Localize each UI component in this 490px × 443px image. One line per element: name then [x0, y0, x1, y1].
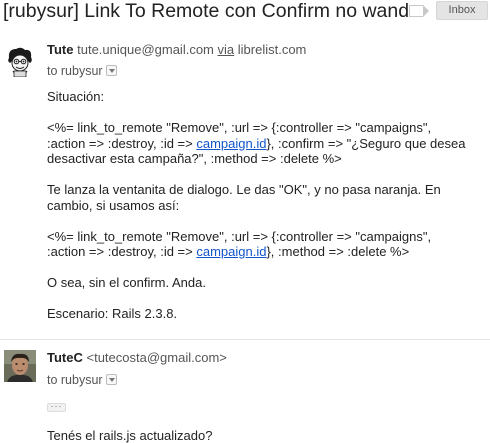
sender-name[interactable]: Tute [47, 42, 73, 57]
cartoon-avatar-icon[interactable] [4, 45, 36, 78]
show-trimmed-content-button[interactable]: ··· [47, 402, 66, 412]
sender-email: <tutecosta@gmail.com> [86, 350, 227, 365]
via-domain: librelist.com [237, 42, 307, 57]
code-text: :action => :destroy, :id => [47, 244, 197, 259]
recipient-dropdown-icon[interactable] [105, 65, 117, 76]
code-text: }, :method => :delete %> [266, 244, 410, 259]
subject-bar: [rubysur] Link To Remote con Confirm no … [0, 0, 490, 30]
code-line: :action => :destroy, :id => campaign.id}… [47, 244, 465, 260]
code-line: <%= link_to_remote "Remove", :url => {:c… [47, 120, 432, 135]
body-line: O sea, sin el confirm. Anda. [47, 275, 206, 290]
sender-name[interactable]: TuteC [47, 350, 83, 365]
recipient-line: to rubysur [47, 64, 117, 78]
code-line: desactivar esta campaña?", :method => :d… [47, 151, 342, 166]
code-line: :action => :destroy, :id => campaign.id}… [47, 136, 465, 152]
body-line: Escenario: Rails 2.3.8. [47, 306, 178, 321]
campaign-id-link[interactable]: campaign.id [196, 244, 266, 259]
sender-email: tute.unique@gmail.com [77, 42, 214, 57]
via-link[interactable]: via [218, 42, 235, 57]
body-line: Situación: [47, 89, 105, 104]
photo-avatar-icon[interactable] [4, 350, 36, 382]
campaign-id-link[interactable]: campaign.id [196, 136, 266, 151]
code-text: :action => :destroy, :id => [47, 135, 197, 151]
inbox-label-button[interactable]: Inbox [436, 1, 488, 20]
code-text: }, :confirm => "¿Seguro que desea [266, 135, 466, 151]
body-line: Te lanza la ventanita de dialogo. Le das… [47, 182, 441, 197]
code-line: <%= link_to_remote "Remove", :url => {:c… [47, 228, 432, 244]
sender-line: Tute tute.unique@gmail.com via librelist… [47, 42, 306, 57]
recipient-text: to rubysur [47, 373, 103, 387]
label-tag-icon[interactable] [409, 5, 429, 17]
recipient-line: to rubysur [47, 373, 117, 387]
recipient-text: to rubysur [47, 64, 103, 78]
recipient-dropdown-icon[interactable] [105, 374, 117, 385]
message-body: Tenés el rails.js actualizado? [47, 428, 213, 443]
message-divider [0, 339, 490, 340]
body-line: cambio, si usamos así: [47, 197, 180, 213]
sender-line: TuteC <tutecosta@gmail.com> [47, 350, 227, 365]
message-body: Situación: <%= link_to_remote "Remove", … [47, 89, 465, 322]
via-label: via librelist.com [218, 42, 307, 57]
thread-subject: [rubysur] Link To Remote con Confirm no … [3, 0, 420, 22]
